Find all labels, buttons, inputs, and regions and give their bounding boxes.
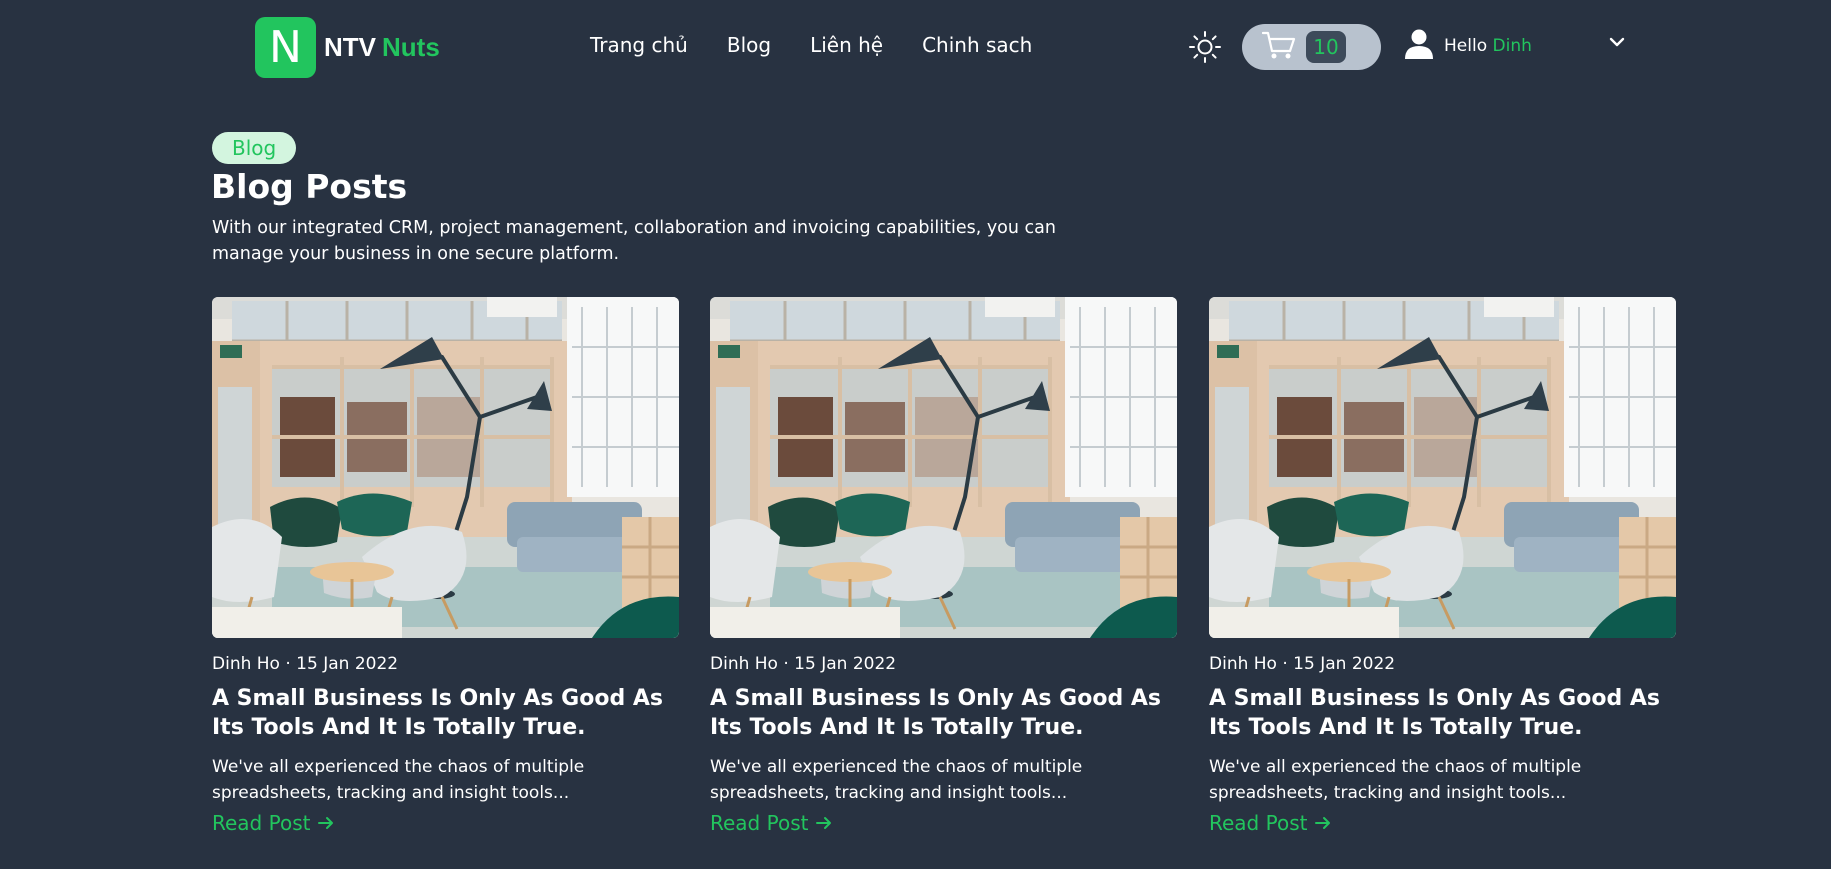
post-title[interactable]: A Small Business Is Only As Good As Its … [710, 684, 1180, 742]
nav-contact[interactable]: Liên hệ [810, 33, 883, 57]
post-excerpt: We've all experienced the chaos of multi… [710, 757, 1083, 803]
meta-separator: · [783, 654, 789, 674]
nav-home[interactable]: Trang chủ [590, 33, 688, 57]
section-tag: Blog [212, 132, 297, 164]
nav-blog[interactable]: Blog [727, 33, 771, 57]
read-post-link[interactable]: Read Post [212, 811, 335, 835]
arrow-right-icon [1315, 817, 1331, 829]
cart-button[interactable]: 10 [1242, 24, 1381, 70]
read-post-label: Read Post [212, 811, 311, 835]
user-icon [1403, 28, 1435, 64]
post-meta: Dinh Ho · 15 Jan 2022 [212, 654, 679, 674]
post-title[interactable]: A Small Business Is Only As Good As Its … [212, 684, 682, 742]
post-author: Dinh Ho [1209, 654, 1277, 674]
post-date: 15 Jan 2022 [1293, 654, 1396, 674]
post-title[interactable]: A Small Business Is Only As Good As Its … [1209, 684, 1679, 742]
logo-badge: N [255, 17, 316, 78]
arrow-right-icon [318, 817, 334, 829]
meta-separator: · [1282, 654, 1288, 674]
post-author: Dinh Ho [212, 654, 280, 674]
logo-text: NTV Nuts [324, 32, 440, 63]
greeting-text: Hello [1444, 36, 1488, 56]
blog-card[interactable]: Dinh Ho · 15 Jan 2022 A Small Business I… [1209, 297, 1676, 835]
office-interior-photo[interactable] [212, 297, 679, 638]
cart-count-badge: 10 [1306, 31, 1346, 63]
user-menu[interactable]: Hello Dinh [1403, 28, 1532, 64]
meta-separator: · [285, 654, 291, 674]
post-author: Dinh Ho [710, 654, 778, 674]
read-post-label: Read Post [710, 811, 809, 835]
post-date: 15 Jan 2022 [794, 654, 897, 674]
arrow-right-icon [816, 817, 832, 829]
post-meta: Dinh Ho · 15 Jan 2022 [710, 654, 1177, 674]
read-post-label: Read Post [1209, 811, 1308, 835]
office-interior-photo[interactable] [710, 297, 1177, 638]
logo-text-accent: Nuts [382, 32, 440, 62]
blog-card[interactable]: Dinh Ho · 15 Jan 2022 A Small Business I… [212, 297, 679, 835]
office-interior-photo[interactable] [1209, 297, 1676, 638]
post-meta: Dinh Ho · 15 Jan 2022 [1209, 654, 1676, 674]
blog-card[interactable]: Dinh Ho · 15 Jan 2022 A Small Business I… [710, 297, 1177, 835]
user-greeting: Hello Dinh [1444, 36, 1532, 56]
read-post-link[interactable]: Read Post [710, 811, 833, 835]
user-name: Dinh [1492, 36, 1532, 56]
post-date: 15 Jan 2022 [296, 654, 399, 674]
nav-policy[interactable]: Chinh sach [922, 33, 1032, 57]
logo[interactable]: N NTV Nuts [255, 17, 440, 78]
logo-text-primary: NTV [324, 32, 376, 62]
intro-description: With our integrated CRM, project managem… [212, 218, 1056, 264]
main-nav: Trang chủ Blog Liên hệ Chinh sach [590, 33, 1071, 57]
sun-icon[interactable] [1188, 30, 1222, 64]
header: N NTV Nuts Trang chủ Blog Liên hệ Chinh s… [0, 0, 1831, 95]
cart-icon [1261, 30, 1296, 64]
page: N NTV Nuts Trang chủ Blog Liên hệ Chinh s… [0, 0, 1831, 869]
chevron-down-icon[interactable] [1607, 32, 1627, 52]
post-excerpt: We've all experienced the chaos of multi… [1209, 757, 1582, 803]
post-excerpt: We've all experienced the chaos of multi… [212, 757, 585, 803]
read-post-link[interactable]: Read Post [1209, 811, 1332, 835]
page-title: Blog Posts [211, 167, 408, 206]
